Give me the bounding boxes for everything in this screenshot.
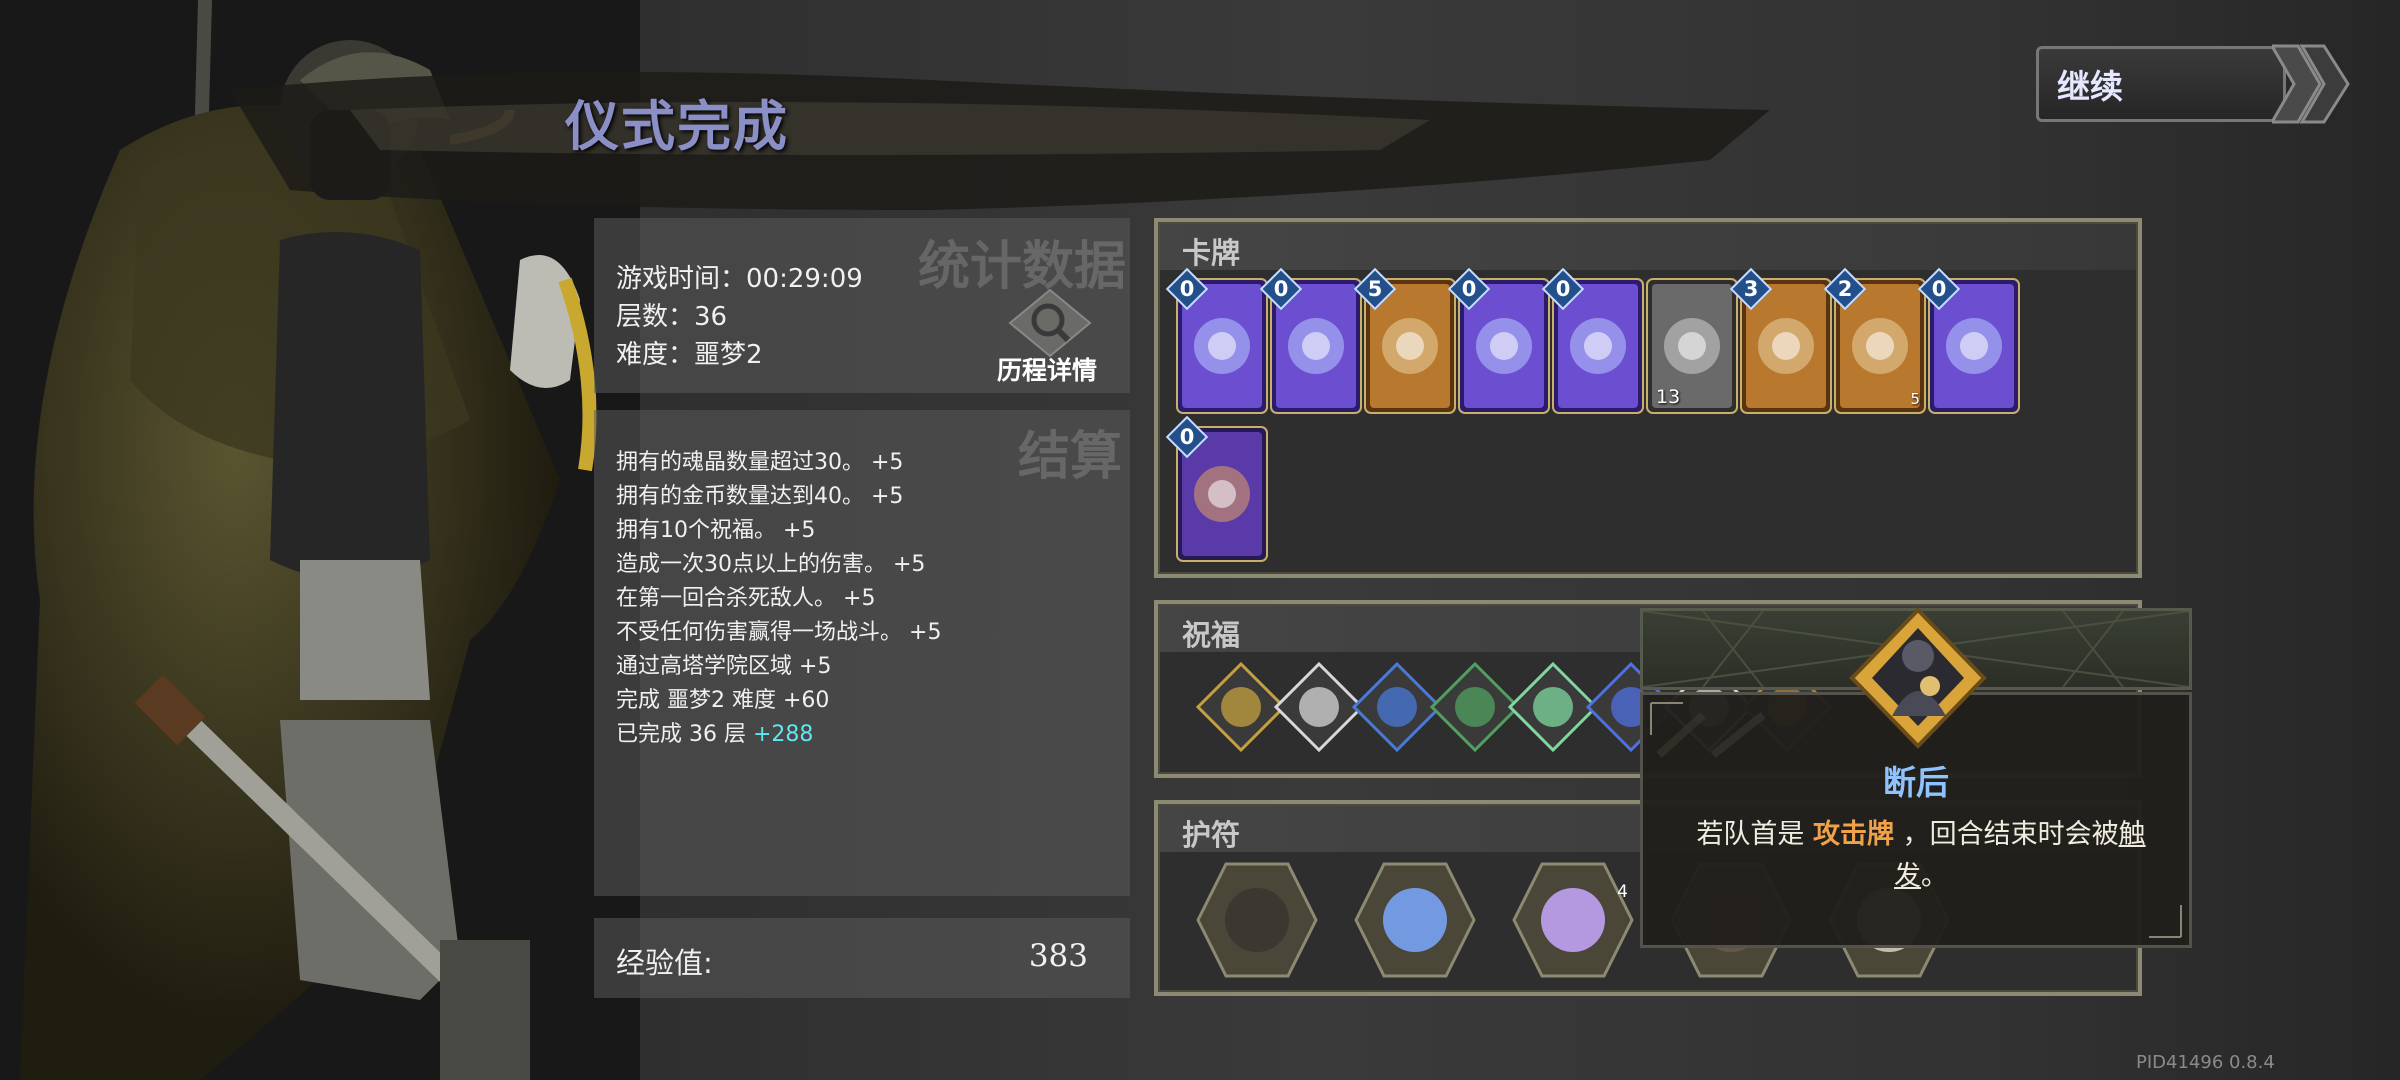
lightning-stone-amulet-icon[interactable] xyxy=(1352,856,1478,984)
crystal-mirror-amulet-icon[interactable]: 4 xyxy=(1510,856,1636,984)
card[interactable]: 13 xyxy=(1646,278,1738,414)
rearguard-blessing-icon xyxy=(1849,607,1987,749)
settlement-panel: 结算 拥有的魂晶数量超过30。 +5 拥有的金币数量达到40。 +5 拥有10个… xyxy=(594,410,1130,896)
settlement-line: 拥有的金币数量达到40。 +5 xyxy=(616,484,904,509)
meditating-figure-blessing-icon[interactable] xyxy=(1429,661,1521,753)
play-time: 游戏时间：00:29:09 xyxy=(616,264,863,294)
card[interactable]: 0 xyxy=(1165,415,1268,562)
tooltip-title: 断后 xyxy=(1883,763,1949,802)
settlement-line: 完成 噩梦2 难度 +60 xyxy=(616,688,830,713)
page-title: 仪式完成 xyxy=(565,94,789,158)
cards-title: 卡牌 xyxy=(1182,236,1241,270)
amulets-title: 护符 xyxy=(1182,818,1241,852)
magnifier-icon xyxy=(1008,288,1092,358)
history-details-label: 历程详情 xyxy=(996,356,1097,385)
settlement-line: 造成一次30点以上的伤害。 +5 xyxy=(616,552,926,577)
title-brush-stroke xyxy=(230,72,1770,210)
settlement-watermark: 结算 xyxy=(1017,426,1122,487)
settlement-line: 拥有10个祝福。 +5 xyxy=(616,518,816,543)
continue-button[interactable]: 继续 xyxy=(2036,46,2286,122)
card[interactable]: 3 xyxy=(1729,267,1832,414)
settlement-line: 已完成 36 层 +288 xyxy=(616,722,814,747)
tooltip-description: 若队首是 攻击牌 ，回合结束时会被触发。 xyxy=(1696,819,2146,892)
crystal-shard-blessing-icon[interactable] xyxy=(1351,661,1443,753)
card[interactable]: 5 xyxy=(1353,267,1456,414)
amulet-count: 4 xyxy=(1617,882,1628,902)
cards-header: 卡牌 xyxy=(1160,224,2136,270)
claw-blessing-icon[interactable] xyxy=(1195,661,1287,753)
wing-blessing-icon[interactable] xyxy=(1273,661,1365,753)
floor-count: 层数：36 xyxy=(616,302,728,332)
experience-label: 经验值: xyxy=(616,946,713,980)
build-info: PID41496 0.8.4 xyxy=(2136,1052,2275,1073)
history-details-button[interactable]: 历程详情 xyxy=(972,288,1122,393)
continue-label: 继续 xyxy=(2057,67,2123,106)
experience-value: 383 xyxy=(1028,938,1088,974)
difficulty: 难度：噩梦2 xyxy=(616,340,763,370)
card[interactable]: 0 xyxy=(1165,267,1268,414)
settlement-line: 不受任何伤害赢得一场战斗。 +5 xyxy=(616,620,942,645)
scroll-amulet-icon[interactable] xyxy=(1194,856,1320,984)
card[interactable]: 0 xyxy=(1447,267,1550,414)
chevron-right-icon[interactable] xyxy=(2272,42,2352,126)
blessings-title: 祝福 xyxy=(1182,618,1241,652)
settlement-line: 拥有的魂晶数量超过30。 +5 xyxy=(616,450,904,475)
card[interactable]: 25 xyxy=(1823,267,1926,414)
card[interactable]: 0 xyxy=(1917,267,2020,414)
green-hand-blessing-icon[interactable] xyxy=(1507,661,1599,753)
stats-panel: 统计数据 游戏时间：00:29:09 层数：36 难度：噩梦2 历程详情 xyxy=(594,218,1130,393)
settlement-line: 通过高塔学院区域 +5 xyxy=(616,654,832,679)
experience-panel: 经验值: 383 xyxy=(594,918,1130,998)
card[interactable]: 0 xyxy=(1541,267,1644,414)
cards-panel: 卡牌 0 0 5 0 0 13 3 2 5 0 0 xyxy=(1154,218,2142,578)
card-counter: 13 xyxy=(1656,386,1681,408)
settlement-line: 在第一回合杀死敌人。 +5 xyxy=(616,586,876,611)
card-counter: 5 xyxy=(1910,390,1920,408)
card[interactable]: 0 xyxy=(1259,267,1362,414)
